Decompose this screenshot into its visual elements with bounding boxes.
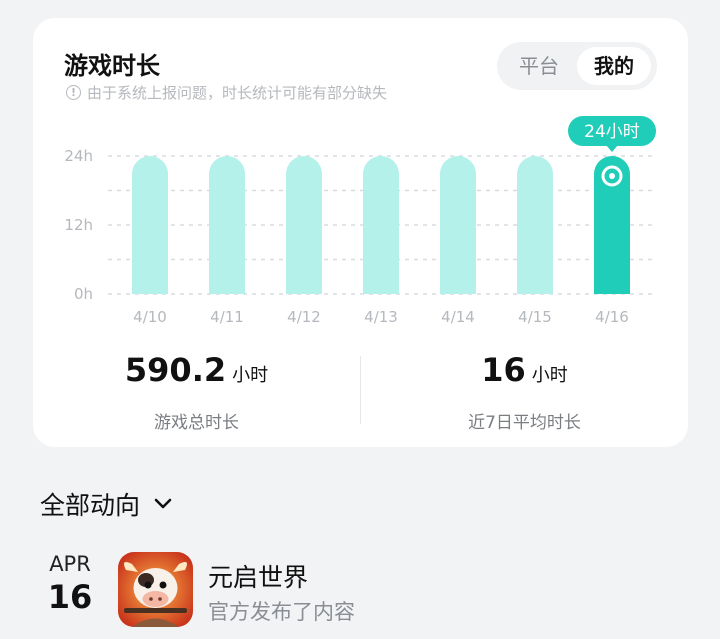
bar xyxy=(517,156,553,294)
total-hours-unit: 小时 xyxy=(232,365,269,386)
x-tick-label: 4/12 xyxy=(287,308,321,326)
average-hours-value: 16 xyxy=(481,351,526,389)
bar xyxy=(132,156,168,294)
feed-filter-label: 全部动向 xyxy=(40,491,141,520)
post-action: 官方发布了内容 xyxy=(208,600,355,624)
post-month: APR xyxy=(49,552,91,576)
post-day: 16 xyxy=(47,578,93,616)
x-tick-label: 4/14 xyxy=(441,308,475,326)
chevron-down-icon xyxy=(154,498,172,509)
x-tick-label: 4/15 xyxy=(518,308,552,326)
tooltip-text: 24小时 xyxy=(584,122,640,142)
total-hours-label: 游戏总时长 xyxy=(154,413,239,433)
feed-item[interactable]: APR 16 元启世界 官方发布了内容 xyxy=(40,548,700,639)
y-tick-label: 24h xyxy=(64,147,93,165)
summary-stats: 590.2 小时 游戏总时长 16 小时 近7日平均时长 xyxy=(33,348,688,443)
play-time-card: 游戏时长 ! 由于系统上报问题，时长统计可能有部分缺失 平台 我的 24h 12h… xyxy=(33,18,688,447)
y-tick-label: 0h xyxy=(74,285,93,303)
total-hours-value: 590.2 xyxy=(124,351,227,389)
average-stat: 16 小时 近7日平均时长 xyxy=(361,348,688,433)
x-axis-ticks: 4/10 4/11 4/12 4/13 4/14 4/15 4/16 xyxy=(133,308,629,326)
average-hours-label: 近7日平均时长 xyxy=(468,413,581,433)
y-axis-ticks: 24h 12h 0h xyxy=(64,147,93,303)
x-tick-label: 4/10 xyxy=(133,308,167,326)
play-time-chart: 24h 12h 0h 4/10 4/11 4/12 4/13 4/14 4/15 4/16 24… xyxy=(64,116,656,326)
bar xyxy=(286,156,322,294)
selected-marker-dot xyxy=(609,173,615,179)
chart-bars xyxy=(132,156,630,294)
feed-filter-dropdown[interactable]: 全部动向 xyxy=(40,486,174,522)
post-date: APR 16 xyxy=(40,552,100,616)
total-stat: 590.2 小时 游戏总时长 xyxy=(33,348,360,433)
y-tick-label: 12h xyxy=(64,216,93,234)
bar xyxy=(363,156,399,294)
game-name[interactable]: 元启世界 xyxy=(208,558,308,594)
bar xyxy=(209,156,245,294)
game-cow-icon[interactable] xyxy=(118,552,193,627)
x-tick-label: 4/11 xyxy=(210,308,244,326)
tooltip-pointer xyxy=(606,145,618,152)
x-tick-label: 4/13 xyxy=(364,308,398,326)
bar xyxy=(440,156,476,294)
x-tick-label: 4/16 xyxy=(595,308,629,326)
selected-bar-tooltip: 24小时 xyxy=(568,116,656,152)
average-hours-unit: 小时 xyxy=(531,365,568,386)
